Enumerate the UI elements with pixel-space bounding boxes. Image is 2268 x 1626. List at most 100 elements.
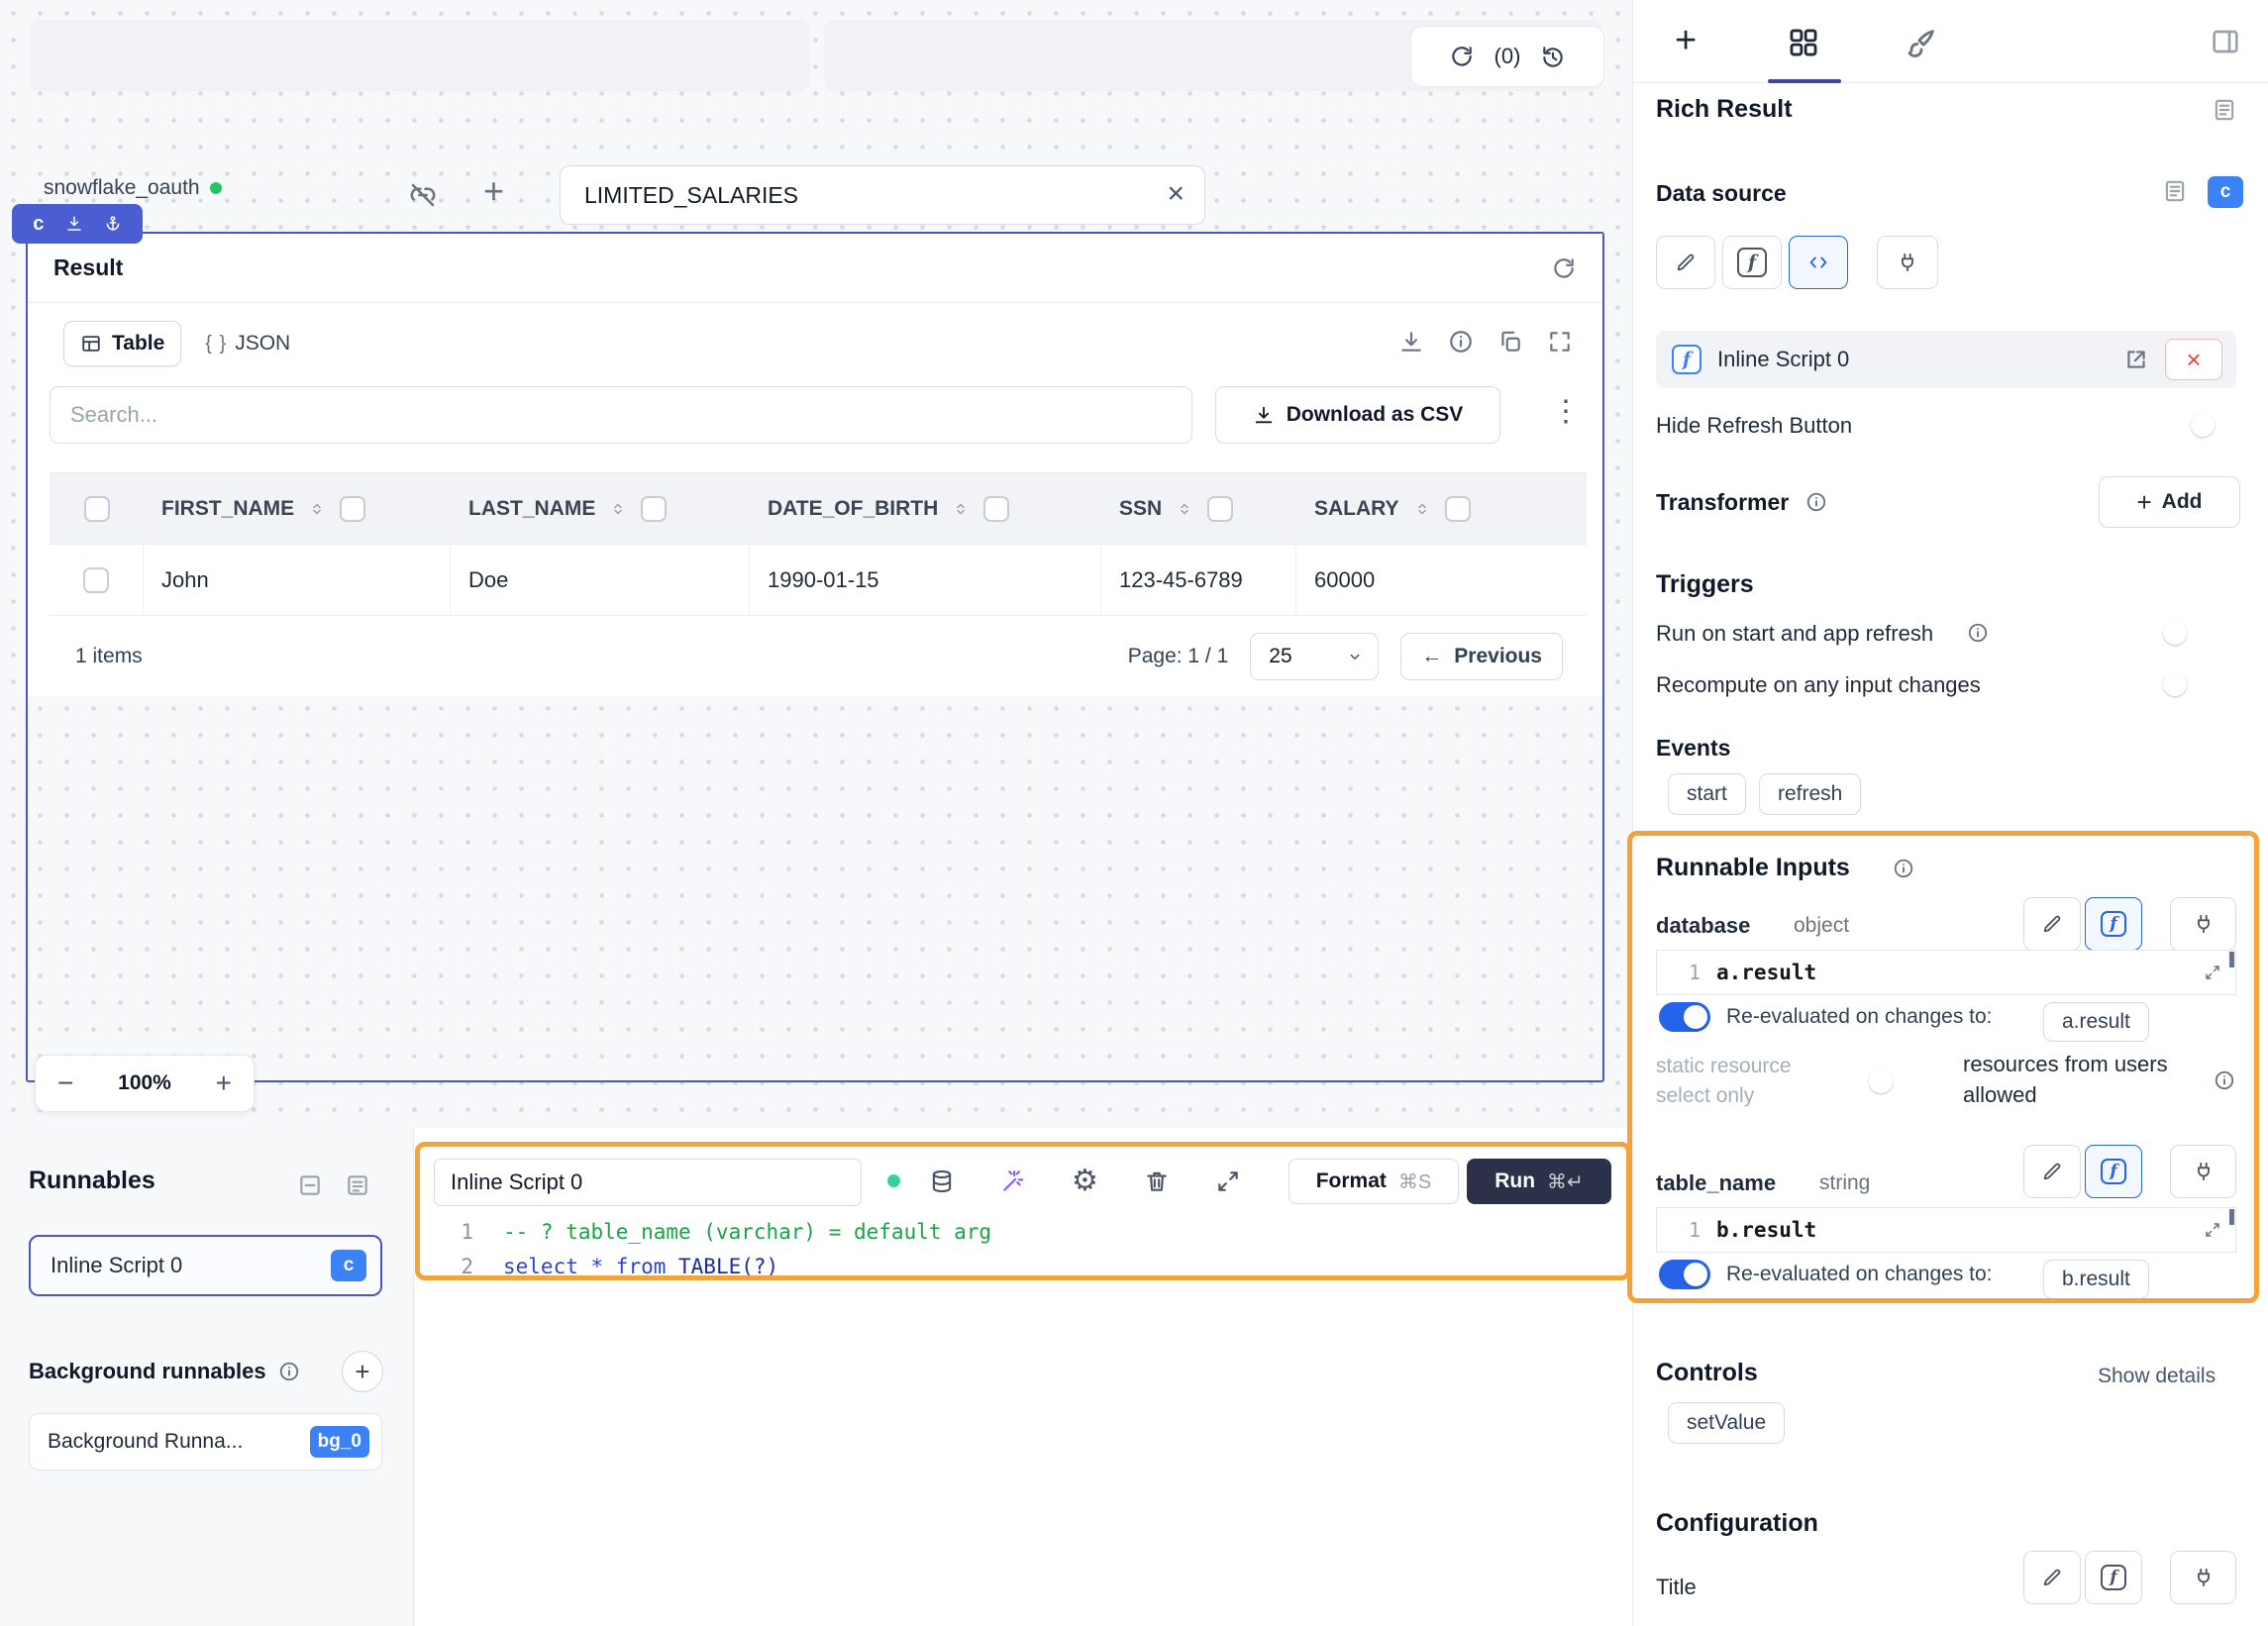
info-icon[interactable] — [1448, 329, 1474, 355]
download-icon[interactable] — [1398, 329, 1424, 355]
reeval-chip[interactable]: a.result — [2043, 1002, 2149, 1042]
select-all-checkbox[interactable] — [84, 496, 110, 522]
clear-input-icon[interactable]: × — [1167, 176, 1185, 212]
brush-icon[interactable] — [1905, 26, 1938, 59]
info-icon[interactable] — [2214, 1069, 2235, 1091]
table-row[interactable]: John Doe 1990-01-15 123-45-6789 60000 — [50, 545, 1587, 616]
table-name-expression-editor[interactable]: 1 b.result — [1656, 1207, 2236, 1253]
event-chip-start[interactable]: start — [1668, 773, 1746, 815]
link-off-icon[interactable] — [408, 180, 438, 210]
script-name-input[interactable] — [435, 1160, 861, 1205]
expression-button[interactable]: f — [1722, 236, 1782, 289]
column-header[interactable]: SSN — [1119, 497, 1162, 521]
info-icon[interactable] — [1893, 858, 1914, 879]
run-button[interactable]: Run ⌘↵ — [1467, 1159, 1611, 1204]
expression-button[interactable]: f — [2085, 1145, 2142, 1198]
wand-icon[interactable] — [1000, 1169, 1026, 1194]
clipboard-icon[interactable] — [1497, 329, 1523, 355]
function-icon: f — [1737, 248, 1767, 277]
event-chip-refresh[interactable]: refresh — [1759, 773, 1861, 815]
components-icon[interactable] — [1787, 26, 1820, 59]
info-icon[interactable] — [1967, 622, 1989, 644]
page-size-select[interactable]: 25 — [1250, 633, 1379, 680]
trash-icon[interactable] — [1144, 1169, 1170, 1194]
sort-icon[interactable] — [952, 500, 970, 518]
document-icon[interactable] — [2212, 97, 2237, 123]
background-runnable-item[interactable]: Background Runna... bg_0 — [29, 1413, 382, 1471]
add-query-button[interactable]: + — [483, 170, 504, 212]
connect-button[interactable] — [2170, 1551, 2236, 1604]
sort-icon[interactable] — [1176, 500, 1193, 518]
expression-button[interactable]: f — [2085, 897, 2142, 951]
static-value-button[interactable] — [2023, 1551, 2081, 1604]
column-header[interactable]: FIRST_NAME — [161, 497, 294, 521]
scrollbar-thumb[interactable] — [2229, 1209, 2234, 1225]
static-value-button[interactable] — [2023, 897, 2081, 951]
expand-icon[interactable] — [2204, 964, 2221, 981]
rich-result-component[interactable]: Result Table { } JSON — [26, 232, 1604, 1082]
refresh-icon[interactable] — [1449, 44, 1475, 69]
collapse-icon[interactable] — [297, 1172, 323, 1198]
reeval-toggle[interactable] — [1659, 1002, 1710, 1032]
column-checkbox[interactable] — [641, 496, 667, 522]
sql-keyword: select — [503, 1255, 578, 1278]
column-header[interactable]: LAST_NAME — [468, 497, 595, 521]
expression-button[interactable]: f — [2085, 1551, 2142, 1604]
history-icon[interactable] — [1540, 44, 1566, 69]
list-icon[interactable] — [345, 1172, 370, 1198]
download-csv-button[interactable]: Download as CSV — [1215, 386, 1500, 444]
expand-icon[interactable] — [1547, 329, 1573, 355]
expand-icon[interactable] — [2204, 1221, 2221, 1239]
column-header[interactable]: DATE_OF_BIRTH — [768, 497, 938, 521]
runnable-item-inline-script-0[interactable]: Inline Script 0 c — [29, 1235, 382, 1296]
scrollbar-thumb[interactable] — [2229, 952, 2234, 967]
static-value-button[interactable] — [1656, 236, 1715, 289]
column-header[interactable]: SALARY — [1314, 497, 1399, 521]
code-line-1[interactable]: 1 -- ? table_name (varchar) = default ar… — [436, 1220, 991, 1244]
table-name-input[interactable] — [561, 166, 1204, 224]
gear-icon[interactable]: ⚙ — [1072, 1167, 1098, 1196]
connect-button[interactable] — [2170, 897, 2236, 951]
row-checkbox[interactable] — [83, 567, 109, 593]
column-checkbox[interactable] — [1445, 496, 1471, 522]
database-icon[interactable] — [929, 1169, 955, 1194]
connect-button[interactable] — [1877, 236, 1938, 289]
expand-icon[interactable] — [1215, 1169, 1241, 1194]
remove-source-button[interactable]: × — [2165, 339, 2222, 380]
reeval-toggle[interactable] — [1659, 1260, 1710, 1289]
database-expression-editor[interactable]: 1 a.result — [1656, 950, 2236, 995]
control-chip-setvalue[interactable]: setValue — [1668, 1402, 1785, 1444]
zoom-in-button[interactable]: + — [216, 1067, 232, 1099]
add-transformer-button[interactable]: + Add — [2099, 476, 2240, 528]
refresh-icon[interactable] — [1551, 255, 1577, 281]
code-button[interactable] — [1789, 236, 1848, 289]
static-value-button[interactable] — [2023, 1145, 2081, 1198]
document-icon[interactable] — [2162, 178, 2188, 204]
format-button[interactable]: Format ⌘S — [1289, 1159, 1459, 1204]
anchor-icon[interactable] — [104, 215, 122, 233]
add-background-runnable-button[interactable]: + — [342, 1351, 383, 1392]
sort-icon[interactable] — [308, 500, 326, 518]
show-details-link[interactable]: Show details — [2098, 1365, 2216, 1388]
sort-icon[interactable] — [609, 500, 627, 518]
kebab-menu-icon[interactable]: ⋮ — [1551, 394, 1581, 429]
zoom-out-button[interactable]: − — [57, 1067, 73, 1099]
tab-table[interactable]: Table — [63, 321, 181, 366]
column-checkbox[interactable] — [983, 496, 1009, 522]
code-line-2[interactable]: 2 select * from TABLE(?) — [436, 1255, 778, 1278]
info-icon[interactable] — [1805, 491, 1827, 513]
previous-page-button[interactable]: ← Previous — [1400, 633, 1563, 680]
info-icon[interactable] — [278, 1361, 300, 1382]
connect-button[interactable] — [2170, 1145, 2236, 1198]
sort-icon[interactable] — [1413, 500, 1431, 518]
sidebar-toggle-icon[interactable] — [2210, 26, 2241, 57]
add-component-tab[interactable]: + — [1675, 22, 1697, 59]
reeval-chip[interactable]: b.result — [2043, 1260, 2149, 1299]
search-input[interactable] — [50, 386, 1192, 444]
tab-json[interactable]: { } JSON — [195, 322, 300, 365]
column-checkbox[interactable] — [1207, 496, 1233, 522]
column-checkbox[interactable] — [340, 496, 365, 522]
external-link-icon[interactable] — [2123, 347, 2149, 372]
source-item-row[interactable]: f Inline Script 0 × — [1656, 331, 2236, 388]
move-down-icon[interactable] — [65, 215, 83, 233]
